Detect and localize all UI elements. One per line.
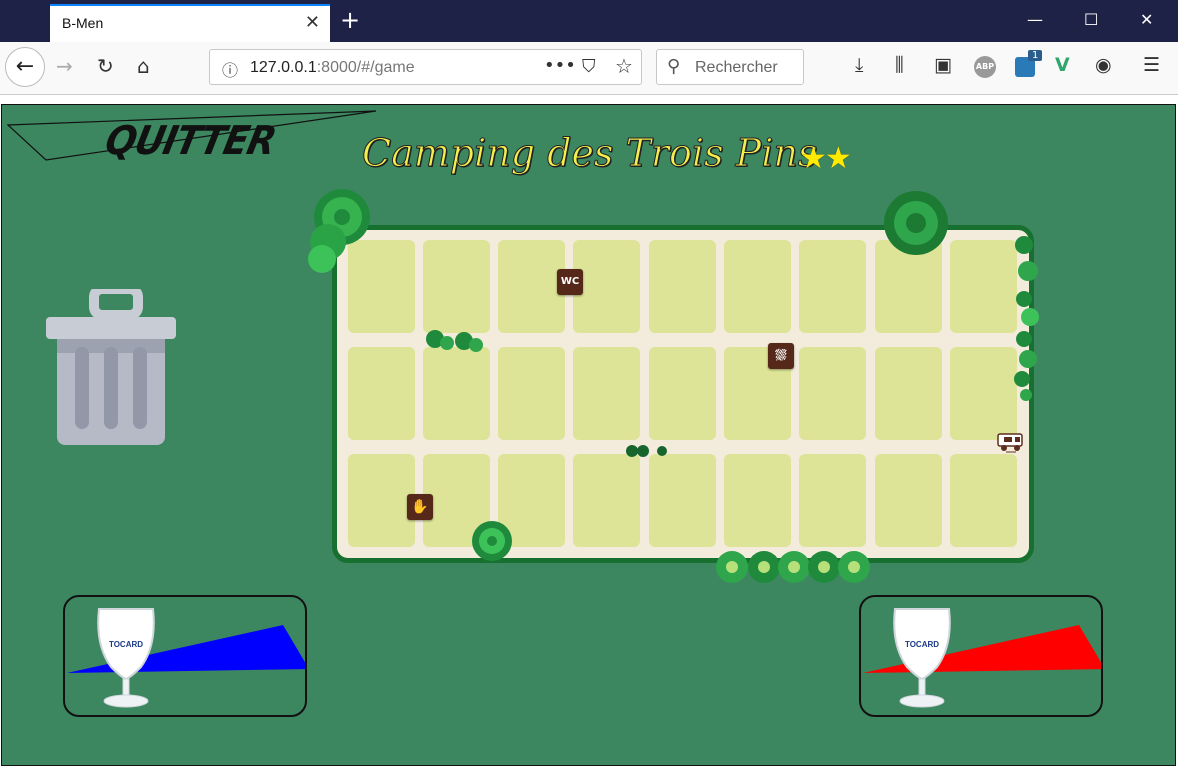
campsite-pitch[interactable] [348,454,415,547]
palm-tree-top-right-icon [884,191,948,255]
campsite-pitch[interactable] [573,347,640,440]
campsite-pitch[interactable] [724,454,791,547]
library-icon[interactable]: ⫼ [895,54,904,76]
campsite-pitch[interactable] [649,347,716,440]
url-bar[interactable]: ⓘ 127.0.0.1:8000/#/game ••• ⛉ ☆ [209,49,642,85]
campsite-pitch[interactable] [950,240,1017,333]
flower-bush-row-icon [716,551,870,583]
reload-icon[interactable]: ↻ [97,54,114,78]
campsite-pitch[interactable] [573,240,640,333]
hedge-right-side-icon [1014,236,1039,401]
pocket-icon[interactable]: ⛉ [582,56,596,77]
arrow-left-icon: ← [15,54,35,79]
vue-devtools-icon[interactable]: V [1055,54,1070,76]
campsite-pitch[interactable] [423,240,490,333]
tree-bottom-icon [472,521,512,561]
campsite-pitch[interactable] [348,347,415,440]
player-2-beer-glass-icon[interactable]: TOCARD [887,605,957,709]
browser-tab-bar: B-Men ✕ + — ☐ ✕ [0,0,1178,42]
campsite-pitch[interactable] [649,454,716,547]
tree-cluster-top-left-icon [308,189,370,273]
campsite-pitch[interactable] [875,347,942,440]
campsite-pitch[interactable] [498,347,565,440]
url-text[interactable]: 127.0.0.1:8000/#/game [250,59,415,77]
search-bar[interactable]: ⚲ Rechercher [656,49,804,85]
campsite-pitch[interactable] [573,454,640,547]
quit-label: QUITTER [101,118,280,165]
campsite-pitch[interactable] [875,454,942,547]
campsite-pitch[interactable] [799,347,866,440]
player-1-glass-brand: TOCARD [109,640,143,649]
browser-nav-bar: ← → ↻ ⌂ ⓘ 127.0.0.1:8000/#/game ••• ⛉ ☆ … [0,42,1178,95]
campsite-pitch[interactable] [649,240,716,333]
quit-button[interactable]: QUITTER [2,105,382,175]
search-placeholder: Rechercher [695,59,778,76]
extension-badge: 1 [1028,50,1043,61]
campsite-pitch[interactable] [799,454,866,547]
download-icon[interactable]: ⤓ [855,54,863,76]
bush-row-icon [426,330,483,352]
player-2-glass-brand: TOCARD [905,640,939,649]
account-icon[interactable]: ◉ [1095,54,1112,76]
page-actions-icon[interactable]: ••• [544,55,576,76]
browser-tab[interactable]: B-Men ✕ [50,4,330,42]
player-1-panel: TOCARD [63,595,307,717]
campsite-pitch[interactable] [724,240,791,333]
trash-can-icon[interactable] [42,284,182,453]
campsite-pitch[interactable] [950,347,1017,440]
campsite-pitch[interactable] [498,240,565,333]
new-tab-icon[interactable]: + [340,6,360,34]
window-close-icon[interactable]: ✕ [1140,10,1153,29]
sidebar-icon[interactable]: ▣ [934,54,952,76]
camper-van-icon[interactable] [996,430,1026,456]
game-area: QUITTER Camping des Trois Pins ★★ WC ⛆ ✋ [1,104,1176,766]
search-icon: ⚲ [667,56,681,77]
close-tab-icon[interactable]: ✕ [305,12,320,33]
camping-title: Camping des Trois Pins [361,131,818,176]
menu-icon[interactable]: ☰ [1143,54,1160,76]
campsite-board [332,225,1034,563]
back-button[interactable]: ← [5,47,45,87]
rating-stars: ★★ [800,141,852,176]
campsite-pitch[interactable] [950,454,1017,547]
campsite-pitch[interactable] [423,347,490,440]
bookmark-star-icon[interactable]: ☆ [615,54,633,78]
washing-marker-icon[interactable]: ✋ [407,494,433,520]
forward-icon[interactable]: → [56,54,73,78]
tab-title: B-Men [62,15,104,31]
maximize-icon[interactable]: ☐ [1084,10,1098,29]
player-1-beer-glass-icon[interactable]: TOCARD [91,605,161,709]
info-icon[interactable]: ⓘ [222,57,238,81]
small-shrubs-icon [626,445,667,457]
campsite-pitch[interactable] [799,240,866,333]
shower-marker-icon[interactable]: ⛆ [768,343,794,369]
home-icon[interactable]: ⌂ [137,54,150,78]
adblock-icon[interactable]: ABP [974,56,996,78]
minimize-icon[interactable]: — [1027,10,1043,29]
wc-marker[interactable]: WC [557,269,583,295]
player-2-panel: TOCARD [859,595,1103,717]
